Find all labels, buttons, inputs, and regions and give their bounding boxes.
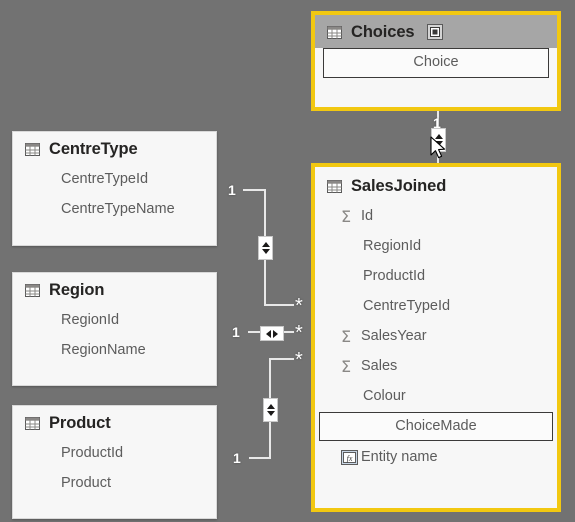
triangle-down-icon xyxy=(261,249,270,254)
field-row-colour[interactable]: Colour xyxy=(315,382,557,412)
field-label-centretypeid: CentreTypeId xyxy=(363,298,451,315)
field-label-regionid: RegionId xyxy=(363,238,422,255)
relationship-line-product-h-top[interactable] xyxy=(271,358,294,360)
table-title-product: Product xyxy=(49,414,111,432)
cardinality-product-one: 1 xyxy=(233,450,241,466)
table-header-product[interactable]: Product xyxy=(13,406,216,439)
field-row-regionname[interactable]: RegionName xyxy=(13,336,216,366)
field-label-centretypeid: CentreTypeId xyxy=(61,171,149,188)
table-card-product[interactable]: Product ProductId Product xyxy=(12,405,217,519)
cardinality-centretype-many: * xyxy=(295,295,303,317)
triangle-left-icon xyxy=(266,329,271,338)
table-title-salesjoined: SalesJoined xyxy=(351,177,447,195)
fx-icon: fx xyxy=(341,450,358,465)
field-row-product[interactable]: Product xyxy=(13,469,216,499)
svg-text:fx: fx xyxy=(347,454,353,463)
table-grid-icon xyxy=(25,416,40,430)
triangle-down-icon xyxy=(266,411,275,416)
field-label-regionid: RegionId xyxy=(61,312,120,329)
field-row-productid[interactable]: ProductId xyxy=(315,262,557,292)
relationship-line-product-h-bottom[interactable] xyxy=(249,457,271,459)
triangle-up-icon xyxy=(266,404,275,409)
field-row-entity-name[interactable]: fx Entity name xyxy=(315,443,557,473)
cardinality-centretype-one: 1 xyxy=(228,182,236,198)
field-row-regionid[interactable]: RegionId xyxy=(13,306,216,336)
field-label-entity-name: Entity name xyxy=(361,449,438,466)
field-row-sales[interactable]: Σ Sales xyxy=(315,352,557,382)
field-row-id[interactable]: Σ Id xyxy=(315,202,557,232)
table-card-salesjoined[interactable]: SalesJoined Σ Id RegionId ProductId Cent… xyxy=(311,163,561,512)
field-row-regionid[interactable]: RegionId xyxy=(315,232,557,262)
square-outline-icon[interactable] xyxy=(426,24,443,41)
field-label-colour: Colour xyxy=(363,388,406,405)
triangle-down-icon xyxy=(434,141,443,146)
table-title-choices: Choices xyxy=(351,23,415,41)
field-label-id: Id xyxy=(361,208,374,225)
filter-direction-badge-choices[interactable] xyxy=(431,128,446,152)
cardinality-region-many: * xyxy=(295,322,303,344)
triangle-up-icon xyxy=(434,134,443,139)
field-label-choice: Choice xyxy=(413,54,459,71)
field-label-choicemade: ChoiceMade xyxy=(395,417,477,434)
model-diagram-canvas[interactable]: 1 1 * 1 * * 1 Choices Choice CentreType … xyxy=(0,0,575,522)
table-card-region[interactable]: Region RegionId RegionName xyxy=(12,272,217,386)
relationship-line-centretype-h-top[interactable] xyxy=(243,189,266,191)
filter-direction-badge-product[interactable] xyxy=(263,398,278,422)
table-grid-icon xyxy=(327,25,342,39)
filter-direction-badge-centretype[interactable] xyxy=(258,236,273,260)
sigma-icon: Σ xyxy=(341,206,352,226)
table-grid-icon xyxy=(25,283,40,297)
cardinality-region-one: 1 xyxy=(232,324,240,340)
sigma-icon: Σ xyxy=(341,356,352,376)
field-label-productid: ProductId xyxy=(61,445,124,462)
table-card-centretype[interactable]: CentreType CentreTypeId CentreTypeName xyxy=(12,131,217,246)
filter-direction-badge-region[interactable] xyxy=(260,326,284,341)
field-row-centretypeid[interactable]: CentreTypeId xyxy=(13,165,216,195)
table-card-choices[interactable]: Choices Choice xyxy=(311,11,561,111)
field-label-sales: Sales xyxy=(361,358,398,375)
field-row-choice[interactable]: Choice xyxy=(323,47,549,78)
table-grid-icon xyxy=(327,179,342,193)
table-header-choices[interactable]: Choices xyxy=(315,15,557,48)
triangle-right-icon xyxy=(273,329,278,338)
triangle-up-icon xyxy=(261,242,270,247)
table-header-centretype[interactable]: CentreType xyxy=(13,132,216,165)
field-row-productid[interactable]: ProductId xyxy=(13,439,216,469)
field-label-centretypename: CentreTypeName xyxy=(61,201,175,218)
field-label-product: Product xyxy=(61,475,111,492)
field-row-choicemade[interactable]: ChoiceMade xyxy=(319,411,553,441)
table-header-region[interactable]: Region xyxy=(13,273,216,306)
cardinality-product-many: * xyxy=(295,349,303,371)
table-header-salesjoined[interactable]: SalesJoined xyxy=(315,167,557,202)
field-label-regionname: RegionName xyxy=(61,342,146,359)
field-row-centretypename[interactable]: CentreTypeName xyxy=(13,195,216,225)
table-grid-icon xyxy=(25,142,40,156)
table-title-region: Region xyxy=(49,281,105,299)
fx-icon: fx xyxy=(341,450,361,465)
field-label-salesyear: SalesYear xyxy=(361,328,427,345)
field-row-salesyear[interactable]: Σ SalesYear xyxy=(315,322,557,352)
field-row-centretypeid[interactable]: CentreTypeId xyxy=(315,292,557,322)
relationship-line-centretype-h-bottom[interactable] xyxy=(264,304,294,306)
sigma-icon: Σ xyxy=(341,326,352,346)
table-title-centretype: CentreType xyxy=(49,140,138,158)
field-label-productid: ProductId xyxy=(363,268,426,285)
